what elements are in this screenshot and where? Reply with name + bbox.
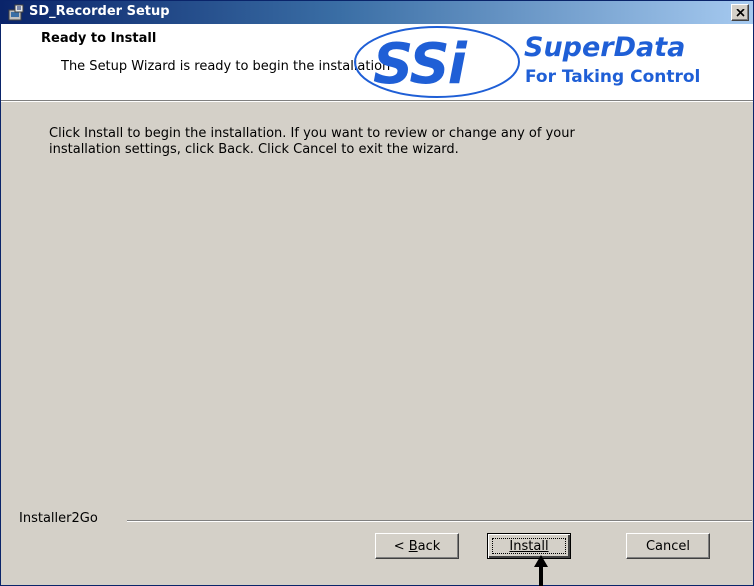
- close-icon: [735, 8, 745, 17]
- title-bar[interactable]: SD_Recorder Setup: [1, 1, 753, 24]
- footer-label: Installer2Go: [19, 511, 98, 526]
- window-title: SD_Recorder Setup: [29, 4, 170, 19]
- cancel-label: Cancel: [645, 538, 691, 554]
- back-prefix: <: [393, 538, 409, 554]
- cancel-button[interactable]: Cancel: [626, 533, 710, 559]
- install-button[interactable]: Install: [487, 533, 571, 559]
- focus-rectangle: [492, 538, 566, 554]
- page-title: Ready to Install: [41, 31, 157, 46]
- instructions-text: Click Install to begin the installation.…: [49, 126, 699, 158]
- header-banner: Ready to Install The Setup Wizard is rea…: [1, 24, 753, 101]
- setup-window: SD_Recorder Setup Ready to Install The S…: [0, 0, 754, 586]
- installer-icon: [8, 4, 24, 21]
- arrow-pointer-icon: [534, 555, 548, 586]
- superdata-logo: SSi SuperData For Taking Control: [354, 26, 700, 98]
- instructions-line-1: Click Install to begin the installation.…: [49, 126, 575, 141]
- back-label-rest: ack: [417, 538, 441, 554]
- instructions-line-2: installation settings, click Back. Click…: [49, 142, 459, 157]
- logo-mark: SSi: [373, 32, 468, 97]
- logo-tagline: For Taking Control: [525, 67, 700, 87]
- page-subtitle: The Setup Wizard is ready to begin the i…: [61, 59, 391, 74]
- back-mnemonic: B: [408, 538, 418, 554]
- logo-brand: SuperData: [524, 32, 685, 63]
- back-button[interactable]: < Back: [375, 533, 459, 559]
- footer-divider: [127, 520, 752, 522]
- close-button[interactable]: [731, 4, 749, 21]
